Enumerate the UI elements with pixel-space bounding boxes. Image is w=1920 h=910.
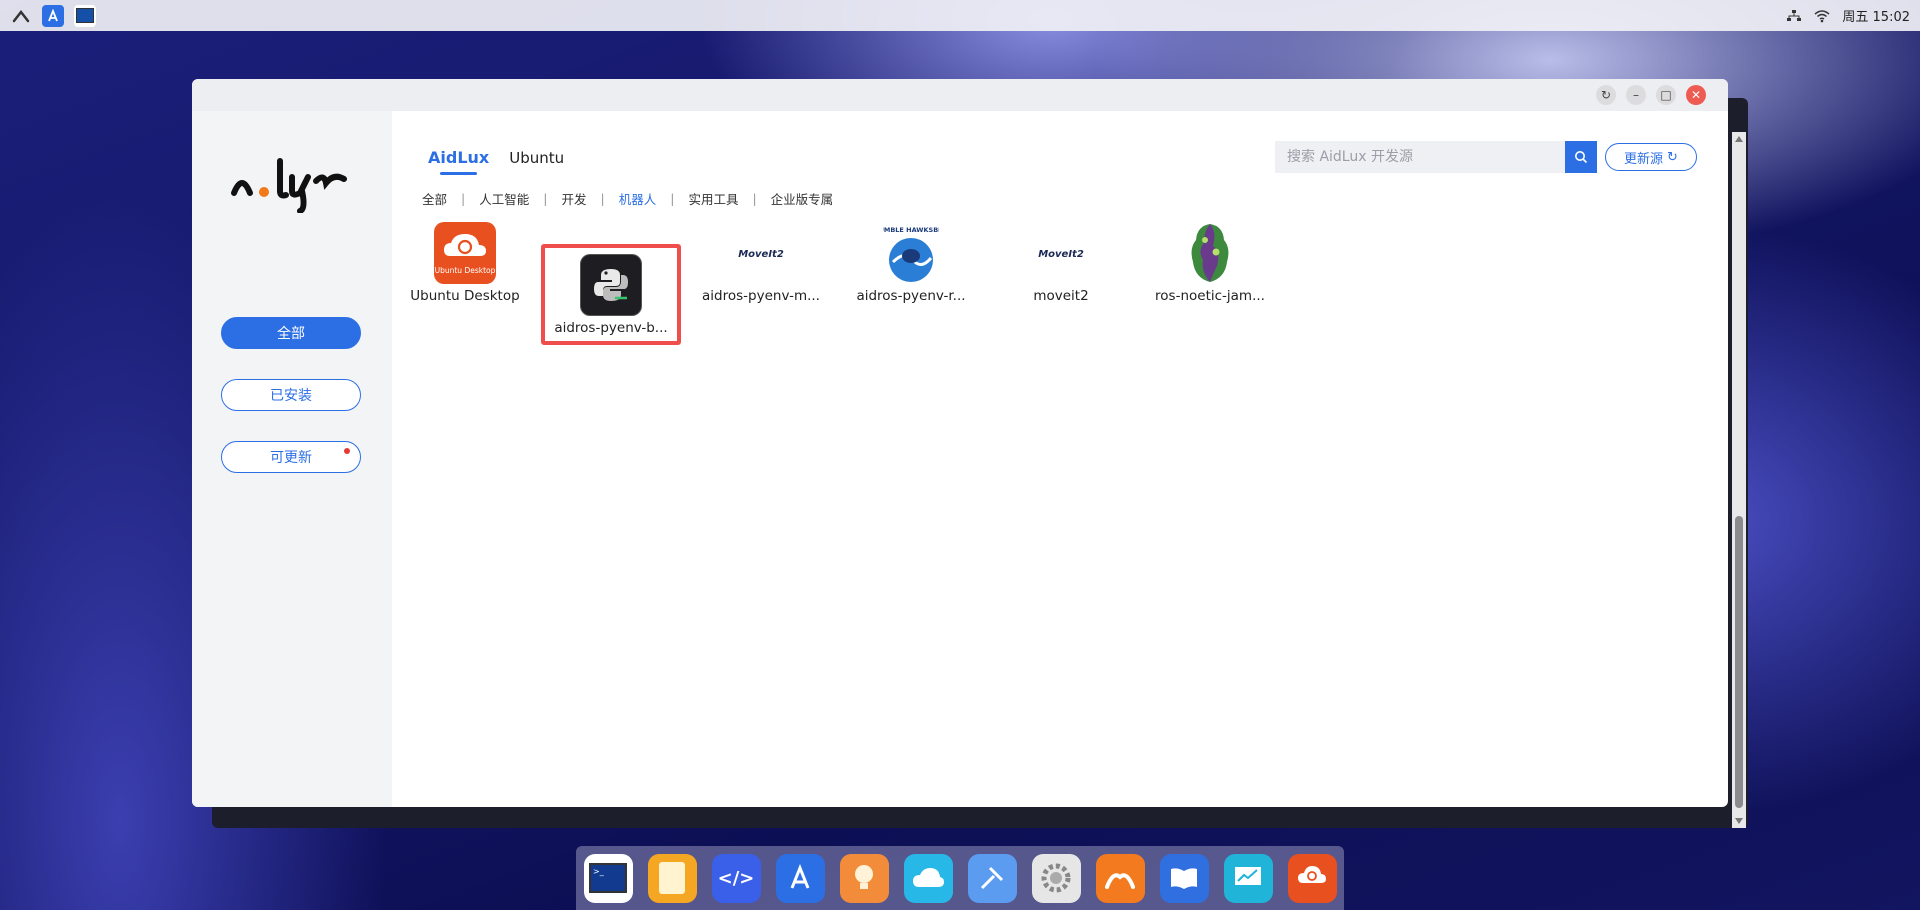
tab-aidlux[interactable]: AidLux (428, 148, 489, 175)
minimize-icon[interactable]: – (1626, 85, 1646, 105)
divider: | (752, 191, 757, 206)
svg-text:MoveIt2: MoveIt2 (1038, 249, 1084, 260)
close-icon[interactable]: ✕ (1686, 85, 1706, 105)
window-titlebar[interactable]: ↻ – □ ✕ (192, 79, 1728, 111)
category-bar: 全部 | 人工智能 | 开发 | 机器人 | 实用工具 | 企业版专属 (422, 189, 833, 208)
humble-hawksbill-icon: HUMBLE HAWKSBILL (880, 222, 942, 284)
update-source-button[interactable]: 更新源 ↻ (1605, 143, 1697, 171)
search-icon (1575, 151, 1588, 164)
tab-ubuntu[interactable]: Ubuntu (509, 149, 564, 175)
category-all[interactable]: 全部 (422, 189, 447, 208)
terminal-icon[interactable]: >_ (583, 853, 633, 903)
scroll-down-arrow[interactable] (1735, 818, 1743, 824)
network-icon[interactable] (1786, 9, 1802, 23)
sidebar-item-all[interactable]: 全部 (221, 317, 361, 349)
app-item[interactable]: Ubuntu Desktop Ubuntu Desktop (401, 219, 529, 315)
app-item[interactable]: HUMBLE HAWKSBILL aidros-pyenv-r... (847, 219, 975, 315)
sidebar: 全部 已安装 可更新 (192, 111, 392, 807)
cloud-icon[interactable] (903, 853, 953, 903)
divider: | (670, 191, 675, 206)
aidlux-logo-icon[interactable] (10, 5, 32, 27)
category-robot[interactable]: 机器人 (619, 189, 657, 208)
category-dev[interactable]: 开发 (561, 189, 586, 208)
moveit2-icon: MoveIt2 (1030, 222, 1092, 284)
app-item-selected[interactable]: aidros-pyenv-b... (541, 244, 681, 345)
source-tabs: AidLux Ubuntu (428, 148, 564, 175)
files-icon[interactable] (647, 853, 697, 903)
divider: | (461, 191, 466, 206)
refresh-icon[interactable]: ↻ (1596, 85, 1616, 105)
bulb-icon[interactable] (839, 853, 889, 903)
moveit2-icon: MoveIt2 (730, 222, 792, 284)
sidebar-item-installed[interactable]: 已安装 (221, 379, 361, 411)
clock[interactable]: 周五 15:02 (1842, 6, 1910, 25)
app-store-icon[interactable] (42, 4, 64, 27)
code-icon[interactable]: </> (711, 853, 761, 903)
svg-text:Ubuntu Desktop: Ubuntu Desktop (435, 266, 496, 275)
app-item[interactable]: MoveIt2 aidros-pyenv-m... (697, 219, 825, 315)
dock: >_ </> (576, 846, 1344, 910)
python-terminal-icon (580, 254, 642, 316)
category-ai[interactable]: 人工智能 (479, 189, 529, 208)
top-panel: 周五 15:02 (0, 0, 1920, 31)
sidebar-item-updatable[interactable]: 可更新 (221, 441, 361, 473)
search-input[interactable] (1275, 141, 1565, 173)
main-content: AidLux Ubuntu 更新源 ↻ 全部 | 人工智能 | 开发 | 机器人 | 实… (392, 111, 1728, 807)
divider: | (543, 191, 548, 206)
wifi-icon[interactable] (1814, 9, 1830, 23)
app-item[interactable]: MoveIt2 moveit2 (997, 219, 1125, 315)
ros-noetic-icon (1179, 222, 1241, 284)
svg-text:MoveIt2: MoveIt2 (738, 249, 784, 260)
ubuntu-desktop-icon[interactable] (1287, 853, 1337, 903)
divider: | (600, 191, 605, 206)
ubuntu-desktop-icon: Ubuntu Desktop (434, 222, 496, 284)
aidlux-logo (230, 151, 352, 217)
monitor-icon[interactable] (1223, 853, 1273, 903)
refresh-icon: ↻ (1667, 149, 1678, 165)
aidlux-icon[interactable] (1095, 853, 1145, 903)
app-store-window: ↻ – □ ✕ 全部 已安装 可更新 AidLux Ubuntu 更新源 ↻ (192, 79, 1728, 807)
maximize-icon[interactable]: □ (1656, 85, 1676, 105)
search-button[interactable] (1565, 141, 1597, 173)
scroll-thumb[interactable] (1735, 516, 1743, 808)
tools-icon[interactable] (967, 853, 1017, 903)
scrollbar[interactable] (1732, 132, 1746, 828)
scroll-up-arrow[interactable] (1735, 136, 1743, 142)
category-enterprise[interactable]: 企业版专属 (771, 189, 834, 208)
app-store-icon[interactable] (775, 853, 825, 903)
terminal-icon[interactable] (74, 4, 96, 27)
svg-text:HUMBLE HAWKSBILL: HUMBLE HAWKSBILL (883, 226, 939, 234)
update-badge (344, 448, 350, 454)
category-tools[interactable]: 实用工具 (688, 189, 738, 208)
settings-icon[interactable] (1031, 853, 1081, 903)
app-item[interactable]: ros-noetic-jam... (1146, 219, 1274, 315)
docs-icon[interactable] (1159, 853, 1209, 903)
